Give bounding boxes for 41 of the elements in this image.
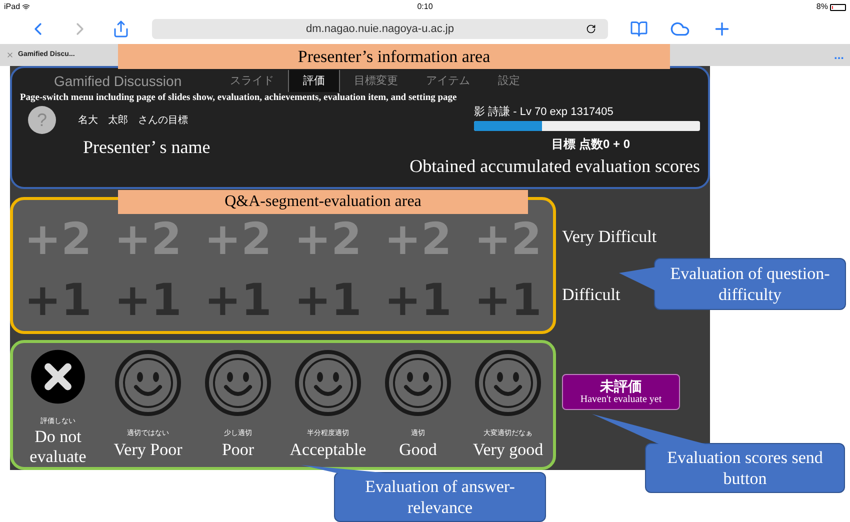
- url-field[interactable]: dm.nagao.nuie.nagoya-u.ac.jp: [152, 19, 608, 39]
- option-annotation: Poor: [222, 440, 254, 460]
- share-icon[interactable]: [112, 20, 130, 38]
- smiley-icon[interactable]: [294, 349, 362, 417]
- smiley-icon[interactable]: [204, 349, 272, 417]
- smiley-icon[interactable]: [474, 349, 542, 417]
- score-text: 目標 点数0 + 0: [552, 136, 630, 152]
- page-tab[interactable]: 目標変更: [340, 70, 412, 92]
- option-annotation: Good: [399, 440, 437, 460]
- level-text: 影 詩謙 - Lv 70 exp 1317405: [474, 104, 614, 120]
- callout-pointer: [619, 267, 656, 293]
- smiley-icon[interactable]: [114, 349, 182, 417]
- avatar-icon: ?: [28, 106, 56, 134]
- reload-icon[interactable]: [586, 24, 596, 34]
- difficulty-label: Difficult: [562, 284, 622, 306]
- presenter-goal: 名大 太郎 さんの目標: [78, 114, 188, 128]
- reading-list-icon[interactable]: [630, 20, 648, 38]
- option-annotation: Acceptable: [290, 440, 366, 460]
- area-label: Presenter’s information area: [118, 44, 670, 69]
- page-tab[interactable]: 設定: [484, 70, 534, 92]
- page-tab[interactable]: アイテム: [412, 70, 484, 92]
- menu-annotation: Page-switch menu including page of slides show, evaluation, achievements, evaluation item, and setting page: [19, 92, 457, 104]
- option-annotation: Do not evaluate: [28, 427, 88, 467]
- battery-percent: 8%: [816, 1, 828, 13]
- presenter-annotation: Presenter’ s name: [83, 136, 210, 159]
- app-title: Gamified Discussion: [54, 72, 183, 91]
- wifi-icon: [22, 3, 30, 11]
- close-icon[interactable]: [6, 51, 14, 59]
- battery-icon: [830, 4, 846, 10]
- more-tabs[interactable]: ...: [834, 49, 844, 61]
- option-annotation: Very good: [472, 440, 544, 460]
- score-annotation: Obtained accumulated evaluation scores: [410, 154, 700, 178]
- difficulty-label: Very Difficult: [562, 226, 657, 248]
- send-button[interactable]: 未評価 Haven't evaluate yet: [562, 374, 680, 410]
- smiley-icon[interactable]: [384, 349, 452, 417]
- area-label: Q&A-segment-evaluation area: [118, 190, 528, 214]
- option-annotation: Very Poor: [114, 440, 182, 460]
- page-tab[interactable]: 評価: [288, 70, 340, 92]
- device-name: iPad: [4, 1, 20, 13]
- page-tab[interactable]: スライド: [216, 70, 288, 92]
- clock: 0:10: [417, 1, 433, 13]
